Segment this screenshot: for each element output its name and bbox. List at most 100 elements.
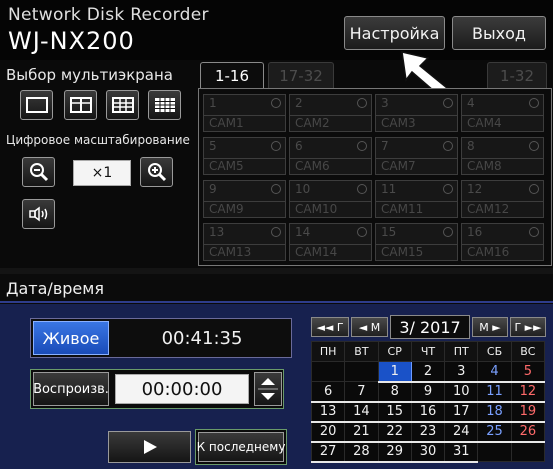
settings-button[interactable]: Настройка	[344, 16, 445, 50]
calendar-day[interactable]: 18	[477, 401, 512, 423]
layout-single-button[interactable]	[20, 90, 53, 120]
calendar-day[interactable]: 14	[344, 401, 379, 423]
calendar-day[interactable]: 8	[377, 381, 412, 403]
layout-sixteen-button[interactable]	[148, 90, 181, 120]
camera-status-icon	[271, 184, 281, 194]
camera-status-icon	[443, 227, 453, 237]
calendar-day[interactable]: 19	[510, 401, 546, 423]
camera-name: CAM15	[376, 244, 457, 260]
calendar-day[interactable]: 10	[444, 381, 479, 403]
camera-name: CAM12	[462, 201, 543, 217]
calendar-day[interactable]: 27	[310, 441, 346, 463]
play-button[interactable]	[108, 431, 191, 463]
camera-number: 13	[209, 225, 225, 239]
next-month-button[interactable]: М ►	[472, 317, 508, 337]
camera-status-icon	[357, 184, 367, 194]
playback-button[interactable]: Воспроизв.	[33, 372, 109, 406]
single-screen-icon	[25, 97, 48, 113]
calendar-day[interactable]: 4	[477, 361, 512, 383]
calendar-day[interactable]: 21	[344, 421, 379, 443]
camera-tile[interactable]: 7 CAM7	[375, 137, 458, 175]
camera-tile[interactable]: 2 CAM2	[289, 94, 372, 132]
layout-quad-button[interactable]	[64, 90, 97, 120]
calendar-day[interactable]: 20	[310, 421, 346, 443]
camera-status-icon	[357, 98, 367, 108]
weekday-header: СР	[377, 341, 412, 362]
calendar-day[interactable]: 26	[510, 421, 546, 443]
zoom-in-button[interactable]	[140, 157, 173, 187]
playback-time-input[interactable]: 00:00:00	[115, 374, 249, 404]
calendar-day[interactable]: 25	[477, 421, 512, 443]
calendar-day[interactable]: 23	[410, 421, 446, 443]
calendar-day[interactable]: 31	[444, 441, 479, 463]
camera-tile[interactable]: 4 CAM4	[461, 94, 544, 132]
camera-status-icon	[529, 227, 539, 237]
camera-name: CAM11	[376, 201, 457, 217]
time-stepper[interactable]	[254, 372, 282, 406]
calendar-day[interactable]: 24	[444, 421, 479, 443]
calendar-day[interactable]: 30	[410, 441, 446, 463]
calendar-day[interactable]: 28	[344, 441, 379, 463]
calendar-day[interactable]: 17	[444, 401, 479, 423]
weekday-header: ВТ	[344, 341, 379, 362]
camera-tile[interactable]: 1 CAM1	[203, 94, 286, 132]
live-row: Живое 00:41:35	[30, 318, 292, 358]
app-subtitle: Network Disk Recorder	[8, 5, 209, 25]
camera-tile[interactable]: 10 CAM10	[289, 180, 372, 218]
go-to-last-button[interactable]: К последнему	[197, 432, 285, 462]
quad-screen-icon	[69, 97, 92, 113]
calendar-day[interactable]: 29	[377, 441, 412, 463]
weekday-header: ПТ	[444, 341, 479, 362]
tab-1-32[interactable]: 1-32	[487, 62, 547, 88]
camera-tile[interactable]: 6 CAM6	[289, 137, 372, 175]
camera-tile[interactable]: 16 CAM16	[461, 223, 544, 261]
prev-year-button[interactable]: ◄◄ Г	[311, 317, 349, 337]
calendar-day[interactable]: 1	[377, 361, 412, 383]
audio-button[interactable]	[22, 199, 55, 229]
camera-tile[interactable]: 3 CAM3	[375, 94, 458, 132]
camera-number: 8	[467, 139, 475, 153]
calendar-day[interactable]: 2	[410, 361, 446, 383]
tab-17-32[interactable]: 17-32	[268, 62, 334, 88]
calendar-day[interactable]: 13	[310, 401, 346, 423]
camera-tile[interactable]: 15 CAM15	[375, 223, 458, 261]
calendar-day[interactable]: 12	[510, 381, 546, 403]
camera-name: CAM14	[290, 244, 371, 260]
camera-tile[interactable]: 14 CAM14	[289, 223, 372, 261]
camera-tile[interactable]: 13 CAM13	[203, 223, 286, 261]
calendar-day[interactable]: 5	[510, 361, 546, 383]
calendar-day[interactable]: 6	[310, 381, 346, 403]
calendar-day[interactable]: 7	[344, 381, 379, 403]
camera-status-icon	[357, 227, 367, 237]
camera-tile[interactable]: 5 CAM5	[203, 137, 286, 175]
camera-tile[interactable]: 11 CAM11	[375, 180, 458, 218]
calendar-day[interactable]: 11	[477, 381, 512, 403]
camera-number: 6	[295, 139, 303, 153]
live-button[interactable]: Живое	[33, 321, 109, 355]
exit-button[interactable]: Выход	[452, 16, 546, 50]
camera-number: 12	[467, 182, 483, 196]
calendar-day[interactable]: 3	[444, 361, 479, 383]
camera-number: 10	[295, 182, 311, 196]
camera-tile[interactable]: 8 CAM8	[461, 137, 544, 175]
calendar-day[interactable]: 22	[377, 421, 412, 443]
prev-month-button[interactable]: ◄ М	[351, 317, 388, 337]
datetime-label: Дата/время	[6, 279, 104, 298]
camera-number: 7	[381, 139, 389, 153]
zoom-out-button[interactable]	[22, 157, 55, 187]
zoom-label: Цифровое масштабирование	[6, 133, 190, 147]
tab-1-16[interactable]: 1-16	[200, 62, 264, 88]
camera-tile[interactable]: 9 CAM9	[203, 180, 286, 218]
layout-nine-button[interactable]	[106, 90, 139, 120]
calendar-day[interactable]: 15	[377, 401, 412, 423]
calendar-day[interactable]: 9	[410, 381, 446, 403]
camera-number: 4	[467, 96, 475, 110]
camera-status-icon	[529, 141, 539, 151]
calendar-empty-cell	[344, 361, 379, 382]
camera-number: 16	[467, 225, 483, 239]
calendar-day[interactable]: 16	[410, 401, 446, 423]
camera-status-icon	[529, 184, 539, 194]
weekday-header: ЧТ	[410, 341, 446, 362]
next-year-button[interactable]: Г ►►	[510, 317, 546, 337]
camera-tile[interactable]: 12 CAM12	[461, 180, 544, 218]
